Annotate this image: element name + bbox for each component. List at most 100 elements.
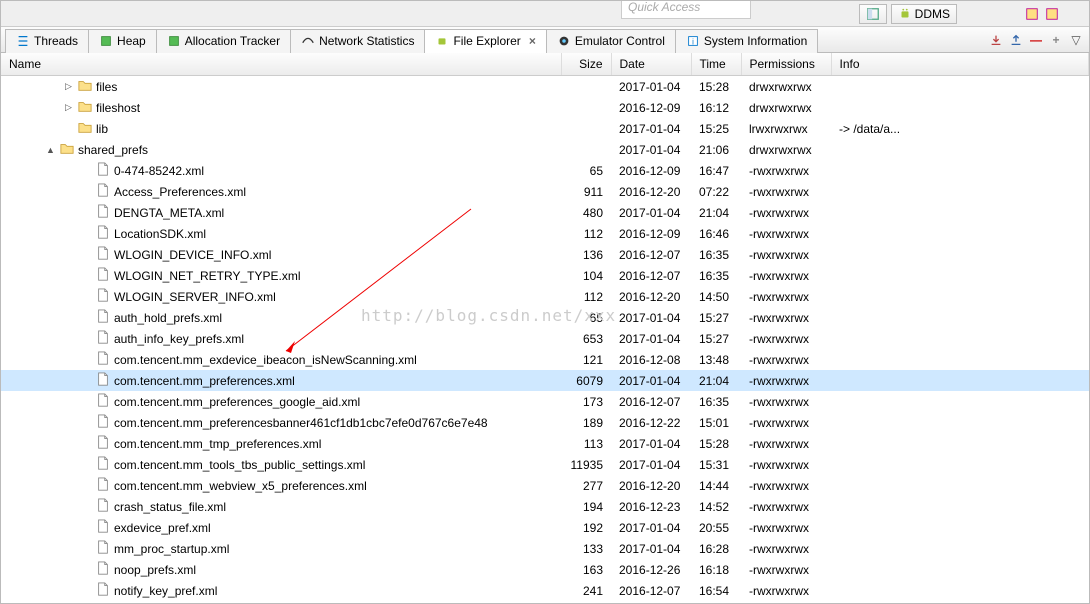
table-row[interactable]: noop_prefs.xml1632016-12-2616:18-rwxrwxr…	[1, 559, 1089, 580]
file-permissions: -rwxrwxrwx	[741, 181, 831, 202]
file-info	[831, 496, 1089, 517]
table-row[interactable]: com.tencent.mm_tools_tbs_public_settings…	[1, 454, 1089, 475]
file-name-label: com.tencent.mm_preferencesbanner461cf1db…	[114, 416, 488, 430]
file-time: 16:35	[691, 265, 741, 286]
tab-emulator-control[interactable]: Emulator Control	[546, 29, 676, 53]
file-name-label: com.tencent.mm_tmp_preferences.xml	[114, 437, 321, 451]
folder-icon	[60, 141, 74, 158]
table-row[interactable]: DENGTA_META.xml4802017-01-0421:04-rwxrwx…	[1, 202, 1089, 223]
file-time: 16:47	[691, 160, 741, 181]
add-icon[interactable]: +	[1049, 33, 1063, 47]
table-row[interactable]: ▷files2017-01-0415:28drwxrwxrwx	[1, 76, 1089, 98]
file-time: 21:04	[691, 370, 741, 391]
table-row[interactable]: mm_proc_startup.xml1332017-01-0416:28-rw…	[1, 538, 1089, 559]
file-time: 21:04	[691, 202, 741, 223]
file-size: 173	[561, 391, 611, 412]
file-explorer-table[interactable]: Name Size Date Time Permissions Info ▷fi…	[1, 53, 1089, 604]
table-row[interactable]: Access_Preferences.xml9112016-12-2007:22…	[1, 181, 1089, 202]
quick-access-input[interactable]: Quick Access	[621, 0, 751, 19]
table-row[interactable]: com.tencent.mm_exdevice_ibeacon_isNewSca…	[1, 349, 1089, 370]
table-row[interactable]: com.tencent.mm_preferencesbanner461cf1db…	[1, 412, 1089, 433]
tab-label: Network Statistics	[319, 34, 414, 48]
file-icon	[96, 225, 110, 242]
file-permissions: -rwxrwxrwx	[741, 454, 831, 475]
table-row[interactable]: com.tencent.mm_preferences_google_aid.xm…	[1, 391, 1089, 412]
window-icon[interactable]	[1025, 7, 1039, 21]
android-icon	[898, 7, 912, 21]
table-row[interactable]: lib2017-01-0415:25lrwxrwxrwx-> /data/a..…	[1, 118, 1089, 139]
table-row[interactable]: auth_info_key_prefs.xml6532017-01-0415:2…	[1, 328, 1089, 349]
col-info[interactable]: Info	[831, 53, 1089, 76]
file-info	[831, 223, 1089, 244]
tab-system-information[interactable]: iSystem Information	[675, 29, 818, 53]
ddms-perspective-button[interactable]: DDMS	[891, 4, 957, 24]
file-info	[831, 76, 1089, 98]
tab-file-explorer[interactable]: File Explorer×	[424, 29, 546, 53]
window-icon[interactable]	[1045, 7, 1059, 21]
table-row[interactable]: WLOGIN_DEVICE_INFO.xml1362016-12-0716:35…	[1, 244, 1089, 265]
file-icon	[96, 393, 110, 410]
view-menu-icon[interactable]: ▽	[1069, 33, 1083, 47]
file-date: 2016-12-23	[611, 496, 691, 517]
file-info	[831, 328, 1089, 349]
table-row[interactable]: crash_status_file.xml1942016-12-2314:52-…	[1, 496, 1089, 517]
table-row[interactable]: exdevice_pref.xml1922017-01-0420:55-rwxr…	[1, 517, 1089, 538]
file-info	[831, 454, 1089, 475]
folder-icon	[78, 78, 92, 95]
file-permissions: -rwxrwxrwx	[741, 307, 831, 328]
collapse-icon[interactable]: ▲	[45, 144, 56, 155]
file-name-label: auth_hold_prefs.xml	[114, 311, 222, 325]
tab-network-statistics[interactable]: Network Statistics	[290, 29, 425, 53]
table-row[interactable]: ▲shared_prefs2017-01-0421:06drwxrwxrwx	[1, 139, 1089, 160]
table-row[interactable]: 0-474-85242.xml652016-12-0916:47-rwxrwxr…	[1, 160, 1089, 181]
tab-threads[interactable]: Threads	[5, 29, 89, 53]
file-date: 2016-12-07	[611, 391, 691, 412]
file-date: 2016-12-09	[611, 97, 691, 118]
table-row[interactable]: WLOGIN_NET_RETRY_TYPE.xml1042016-12-0716…	[1, 265, 1089, 286]
file-info	[831, 139, 1089, 160]
table-row[interactable]: auth_hold_prefs.xml652017-01-0415:27-rwx…	[1, 307, 1089, 328]
file-size: 104	[561, 265, 611, 286]
col-size[interactable]: Size	[561, 53, 611, 76]
expand-icon[interactable]: ▷	[63, 81, 74, 92]
file-permissions: -rwxrwxrwx	[741, 349, 831, 370]
expand-icon[interactable]: ▷	[63, 102, 74, 113]
tab-heap[interactable]: Heap	[88, 29, 157, 53]
file-info	[831, 160, 1089, 181]
pull-file-icon[interactable]	[989, 33, 1003, 47]
file-size	[561, 139, 611, 160]
col-permissions[interactable]: Permissions	[741, 53, 831, 76]
file-date: 2017-01-04	[611, 328, 691, 349]
push-file-icon[interactable]	[1009, 33, 1023, 47]
file-icon	[96, 351, 110, 368]
file-icon	[96, 204, 110, 221]
table-row[interactable]: ▷fileshost2016-12-0916:12drwxrwxrwx	[1, 97, 1089, 118]
table-row[interactable]: com.tencent.mm_tmp_preferences.xml113201…	[1, 433, 1089, 454]
file-permissions: -rwxrwxrwx	[741, 433, 831, 454]
table-row[interactable]: LocationSDK.xml1122016-12-0916:46-rwxrwx…	[1, 223, 1089, 244]
file-date: 2017-01-04	[611, 118, 691, 139]
col-date[interactable]: Date	[611, 53, 691, 76]
file-size: 133	[561, 538, 611, 559]
file-name-label: mm_proc_startup.xml	[114, 542, 229, 556]
open-perspective-button[interactable]	[859, 4, 887, 24]
delete-icon[interactable]: —	[1029, 33, 1043, 47]
table-row[interactable]: com.tencent.mm_preferences.xml60792017-0…	[1, 370, 1089, 391]
tab-label: Heap	[117, 34, 146, 48]
file-permissions: -rwxrwxrwx	[741, 160, 831, 181]
file-name-label: 0-474-85242.xml	[114, 164, 204, 178]
file-name-label: LocationSDK.xml	[114, 227, 206, 241]
col-time[interactable]: Time	[691, 53, 741, 76]
file-size: 112	[561, 286, 611, 307]
tab-allocation-tracker[interactable]: Allocation Tracker	[156, 29, 291, 53]
file-permissions: -rwxrwxrwx	[741, 370, 831, 391]
file-date: 2017-01-04	[611, 433, 691, 454]
file-icon	[96, 309, 110, 326]
col-name[interactable]: Name	[1, 53, 561, 76]
table-row[interactable]: com.tencent.mm_webview_x5_preferences.xm…	[1, 475, 1089, 496]
table-row[interactable]: WLOGIN_SERVER_INFO.xml1122016-12-2014:50…	[1, 286, 1089, 307]
close-icon[interactable]: ×	[529, 34, 536, 48]
file-icon	[96, 498, 110, 515]
table-row[interactable]: notify_key_pref.xml2412016-12-0716:54-rw…	[1, 580, 1089, 601]
file-info	[831, 181, 1089, 202]
